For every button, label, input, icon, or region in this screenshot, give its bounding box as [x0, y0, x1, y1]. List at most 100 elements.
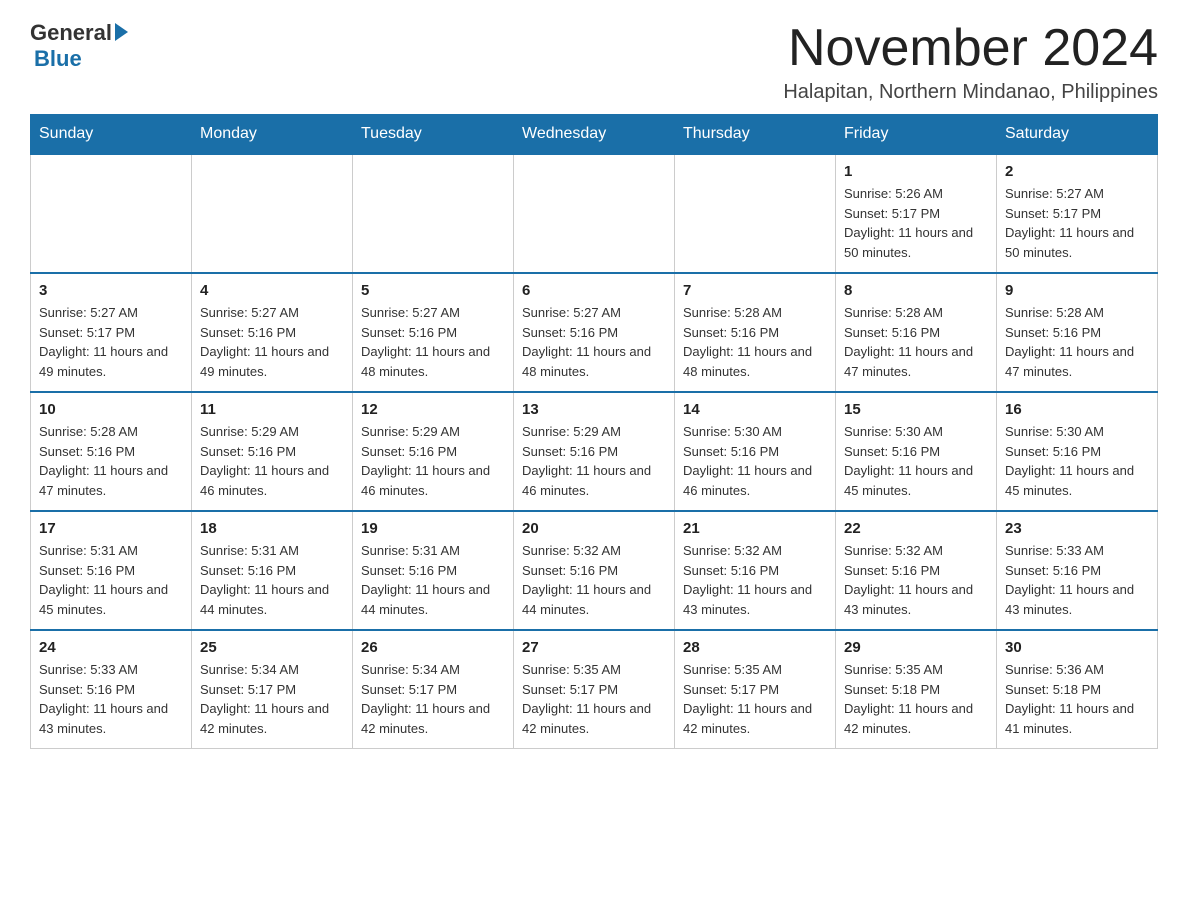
day-number: 23: [1005, 520, 1149, 537]
calendar-day-cell: 23 Sunrise: 5:33 AMSunset: 5:16 PMDayligh…: [997, 511, 1158, 630]
day-info: Sunrise: 5:32 AMSunset: 5:16 PMDaylight:…: [522, 541, 666, 619]
day-number: 10: [39, 401, 183, 418]
calendar-day-cell: 24 Sunrise: 5:33 AMSunset: 5:16 PMDayligh…: [31, 630, 192, 749]
day-info: Sunrise: 5:34 AMSunset: 5:17 PMDaylight:…: [361, 660, 505, 738]
calendar-week-row: 3Sunrise: 5:27 AMSunset: 5:17 PMDaylight…: [31, 273, 1158, 392]
day-info: Sunrise: 5:32 AMSunset: 5:16 PMDaylight:…: [844, 541, 988, 619]
calendar-header-wednesday: Wednesday: [514, 115, 675, 155]
day-info: Sunrise: 5:29 AMSunset: 5:16 PMDaylight:…: [200, 422, 344, 500]
day-info: Sunrise: 5:31 AMSunset: 5:16 PMDaylight:…: [361, 541, 505, 619]
day-number: 2: [1005, 163, 1149, 180]
day-info: Sunrise: 5:35 AMSunset: 5:17 PMDaylight:…: [683, 660, 827, 738]
calendar-day-cell: 8 Sunrise: 5:28 AMSunset: 5:16 PMDaylight…: [836, 273, 997, 392]
page-header: General Blue November 2024 Halapitan, No…: [30, 20, 1158, 104]
day-info: Sunrise: 5:28 AMSunset: 5:16 PMDaylight:…: [683, 303, 827, 381]
calendar-day-cell: 25 Sunrise: 5:34 AMSunset: 5:17 PMDayligh…: [192, 630, 353, 749]
day-number: 25: [200, 639, 344, 656]
day-number: 6: [522, 282, 666, 299]
calendar-day-cell: [514, 154, 675, 273]
day-info: Sunrise: 5:27 AMSunset: 5:16 PMDaylight:…: [522, 303, 666, 381]
calendar-day-cell: 30 Sunrise: 5:36 AMSunset: 5:18 PMDayligh…: [997, 630, 1158, 749]
day-number: 4: [200, 282, 344, 299]
calendar-header-tuesday: Tuesday: [353, 115, 514, 155]
month-title: November 2024: [783, 20, 1158, 77]
calendar-header-sunday: Sunday: [31, 115, 192, 155]
day-info: Sunrise: 5:28 AMSunset: 5:16 PMDaylight:…: [844, 303, 988, 381]
day-number: 17: [39, 520, 183, 537]
day-number: 7: [683, 282, 827, 299]
day-info: Sunrise: 5:26 AMSunset: 5:17 PMDaylight:…: [844, 184, 988, 262]
calendar-header-saturday: Saturday: [997, 115, 1158, 155]
day-number: 1: [844, 163, 988, 180]
calendar-day-cell: 4Sunrise: 5:27 AMSunset: 5:16 PMDaylight…: [192, 273, 353, 392]
day-info: Sunrise: 5:28 AMSunset: 5:16 PMDaylight:…: [1005, 303, 1149, 381]
calendar-day-cell: 1 Sunrise: 5:26 AMSunset: 5:17 PMDaylight…: [836, 154, 997, 273]
day-number: 16: [1005, 401, 1149, 418]
day-info: Sunrise: 5:28 AMSunset: 5:16 PMDaylight:…: [39, 422, 183, 500]
calendar-day-cell: 10 Sunrise: 5:28 AMSunset: 5:16 PMDayligh…: [31, 392, 192, 511]
calendar-day-cell: [353, 154, 514, 273]
calendar-day-cell: 13 Sunrise: 5:29 AMSunset: 5:16 PMDayligh…: [514, 392, 675, 511]
day-info: Sunrise: 5:35 AMSunset: 5:18 PMDaylight:…: [844, 660, 988, 738]
calendar-day-cell: 12Sunrise: 5:29 AMSunset: 5:16 PMDayligh…: [353, 392, 514, 511]
title-block: November 2024 Halapitan, Northern Mindan…: [783, 20, 1158, 104]
day-info: Sunrise: 5:33 AMSunset: 5:16 PMDaylight:…: [39, 660, 183, 738]
calendar-week-row: 24 Sunrise: 5:33 AMSunset: 5:16 PMDayligh…: [31, 630, 1158, 749]
day-info: Sunrise: 5:27 AMSunset: 5:17 PMDaylight:…: [1005, 184, 1149, 262]
day-info: Sunrise: 5:32 AMSunset: 5:16 PMDaylight:…: [683, 541, 827, 619]
day-info: Sunrise: 5:29 AMSunset: 5:16 PMDaylight:…: [522, 422, 666, 500]
day-number: 3: [39, 282, 183, 299]
calendar-day-cell: 3Sunrise: 5:27 AMSunset: 5:17 PMDaylight…: [31, 273, 192, 392]
day-number: 21: [683, 520, 827, 537]
day-number: 30: [1005, 639, 1149, 656]
calendar-day-cell: 28 Sunrise: 5:35 AMSunset: 5:17 PMDayligh…: [675, 630, 836, 749]
calendar-day-cell: [31, 154, 192, 273]
calendar-day-cell: 11 Sunrise: 5:29 AMSunset: 5:16 PMDayligh…: [192, 392, 353, 511]
location-subtitle: Halapitan, Northern Mindanao, Philippine…: [783, 81, 1158, 104]
calendar-header-monday: Monday: [192, 115, 353, 155]
calendar-day-cell: 18Sunrise: 5:31 AMSunset: 5:16 PMDayligh…: [192, 511, 353, 630]
calendar-day-cell: 14Sunrise: 5:30 AMSunset: 5:16 PMDayligh…: [675, 392, 836, 511]
calendar-week-row: 1 Sunrise: 5:26 AMSunset: 5:17 PMDaylight…: [31, 154, 1158, 273]
logo-general-text: General: [30, 20, 112, 46]
calendar-day-cell: 21 Sunrise: 5:32 AMSunset: 5:16 PMDayligh…: [675, 511, 836, 630]
day-info: Sunrise: 5:30 AMSunset: 5:16 PMDaylight:…: [683, 422, 827, 500]
calendar-day-cell: [192, 154, 353, 273]
calendar-header-thursday: Thursday: [675, 115, 836, 155]
calendar-day-cell: 17Sunrise: 5:31 AMSunset: 5:16 PMDayligh…: [31, 511, 192, 630]
day-info: Sunrise: 5:35 AMSunset: 5:17 PMDaylight:…: [522, 660, 666, 738]
day-number: 29: [844, 639, 988, 656]
day-info: Sunrise: 5:30 AMSunset: 5:16 PMDaylight:…: [1005, 422, 1149, 500]
day-number: 13: [522, 401, 666, 418]
day-number: 5: [361, 282, 505, 299]
calendar-day-cell: 5 Sunrise: 5:27 AMSunset: 5:16 PMDaylight…: [353, 273, 514, 392]
calendar-day-cell: [675, 154, 836, 273]
calendar-day-cell: 15 Sunrise: 5:30 AMSunset: 5:16 PMDayligh…: [836, 392, 997, 511]
day-info: Sunrise: 5:27 AMSunset: 5:16 PMDaylight:…: [361, 303, 505, 381]
logo-triangle-icon: [115, 23, 128, 41]
day-number: 8: [844, 282, 988, 299]
calendar-day-cell: 29 Sunrise: 5:35 AMSunset: 5:18 PMDayligh…: [836, 630, 997, 749]
calendar-day-cell: 2 Sunrise: 5:27 AMSunset: 5:17 PMDaylight…: [997, 154, 1158, 273]
logo: General Blue: [30, 20, 128, 73]
day-number: 28: [683, 639, 827, 656]
day-info: Sunrise: 5:36 AMSunset: 5:18 PMDaylight:…: [1005, 660, 1149, 738]
day-number: 26: [361, 639, 505, 656]
calendar-day-cell: 19Sunrise: 5:31 AMSunset: 5:16 PMDayligh…: [353, 511, 514, 630]
day-number: 11: [200, 401, 344, 418]
calendar-day-cell: 27 Sunrise: 5:35 AMSunset: 5:17 PMDayligh…: [514, 630, 675, 749]
calendar-day-cell: 20 Sunrise: 5:32 AMSunset: 5:16 PMDayligh…: [514, 511, 675, 630]
calendar-week-row: 17 Sunrise: 5:31 AMSunset: 5:16 PMDayligh…: [31, 511, 1158, 630]
day-info: Sunrise: 5:34 AMSunset: 5:17 PMDaylight:…: [200, 660, 344, 738]
day-number: 15: [844, 401, 988, 418]
day-info: Sunrise: 5:31 AMSunset: 5:16 PMDaylight:…: [200, 541, 344, 619]
day-number: 20: [522, 520, 666, 537]
day-number: 22: [844, 520, 988, 537]
day-info: Sunrise: 5:33 AMSunset: 5:16 PMDaylight:…: [1005, 541, 1149, 619]
day-number: 12: [361, 401, 505, 418]
calendar-week-row: 10 Sunrise: 5:28 AMSunset: 5:16 PMDayligh…: [31, 392, 1158, 511]
day-number: 27: [522, 639, 666, 656]
day-number: 24: [39, 639, 183, 656]
day-info: Sunrise: 5:30 AMSunset: 5:16 PMDaylight:…: [844, 422, 988, 500]
calendar-day-cell: 16 Sunrise: 5:30 AMSunset: 5:16 PMDayligh…: [997, 392, 1158, 511]
